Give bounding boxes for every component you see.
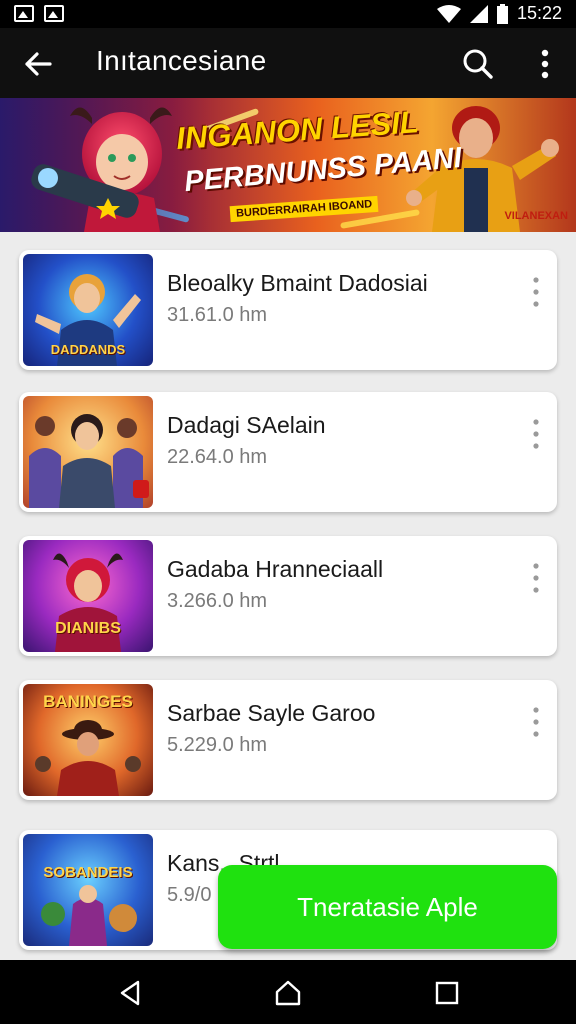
overflow-menu-icon[interactable]: [530, 46, 560, 82]
character-illustration: [29, 414, 149, 508]
item-more-icon[interactable]: [529, 274, 543, 310]
item-more-icon[interactable]: [529, 560, 543, 596]
back-arrow-icon[interactable]: [20, 46, 56, 82]
app-size: 5.229.0 hm: [167, 734, 268, 756]
app-thumbnail-title: DIANIBS: [55, 620, 121, 637]
app-name: Bleoalky Bmaint Dadosiai: [167, 270, 428, 296]
item-more-icon[interactable]: [529, 704, 543, 740]
app-toolbar: Inıtancesiane: [0, 28, 576, 98]
system-navigation-bar: [0, 960, 576, 1024]
list-item[interactable]: BANINGES Sarbae Sayle Garoo 5.229.0 hm: [19, 680, 557, 800]
image-notification-icon: [44, 5, 64, 22]
app-thumbnail: BANINGES: [23, 684, 153, 796]
list-item[interactable]: Dadagi SAelain 22.64.0 hm: [19, 392, 557, 512]
nav-back-icon[interactable]: [116, 978, 146, 1008]
banner-tag: BURDERRAIRAH IBOAND: [229, 195, 379, 223]
banner-character-illustration: [0, 98, 210, 232]
signal-icon: [469, 4, 488, 23]
promo-banner[interactable]: INGANON LESIL PERBNUNSS PAANI BURDERRAIR…: [0, 98, 576, 232]
app-size: 5.9/0: [167, 884, 212, 906]
image-notification-icon: [14, 5, 34, 22]
app-name: Sarbae Sayle Garoo: [167, 700, 376, 726]
floating-action-button[interactable]: Tneratasie Aple: [218, 865, 557, 949]
app-name: Gadaba Hranneciaall: [167, 556, 384, 582]
character-illustration: [41, 885, 137, 946]
app-thumbnail-title: SOBANDEIS: [43, 864, 133, 881]
nav-recents-icon[interactable]: [432, 978, 462, 1008]
app-thumbnail: [23, 396, 153, 508]
app-thumbnail-title: DADDANDS: [50, 342, 126, 357]
list-item[interactable]: DIANIBS Gadaba Hranneciaall 3.266.0 hm: [19, 536, 557, 656]
app-size: 31.61.0 hm: [167, 304, 268, 326]
app-name: Dadagi SAelain: [167, 412, 326, 438]
status-bar: 15:22: [0, 0, 576, 28]
list-item[interactable]: DADDANDS Bleoalky Bmaint Dadosiai 31.61.…: [19, 250, 557, 370]
banner-badge: VILANEXAN: [504, 210, 568, 222]
app-thumbnail: DADDANDS: [23, 254, 153, 366]
app-size: 3.266.0 hm: [167, 590, 268, 612]
app-thumbnail: DIANIBS: [23, 540, 153, 652]
search-icon[interactable]: [460, 46, 496, 82]
clock: 15:22: [516, 3, 562, 23]
wifi-icon: [436, 4, 461, 23]
page-title: Inıtancesiane: [96, 45, 267, 76]
item-more-icon[interactable]: [529, 416, 543, 452]
app-thumbnail: SOBANDEIS: [23, 834, 153, 946]
nav-home-icon[interactable]: [273, 978, 303, 1008]
battery-icon: [496, 3, 508, 24]
app-size: 22.64.0 hm: [167, 446, 268, 468]
app-thumbnail-title: BANINGES: [43, 692, 133, 711]
